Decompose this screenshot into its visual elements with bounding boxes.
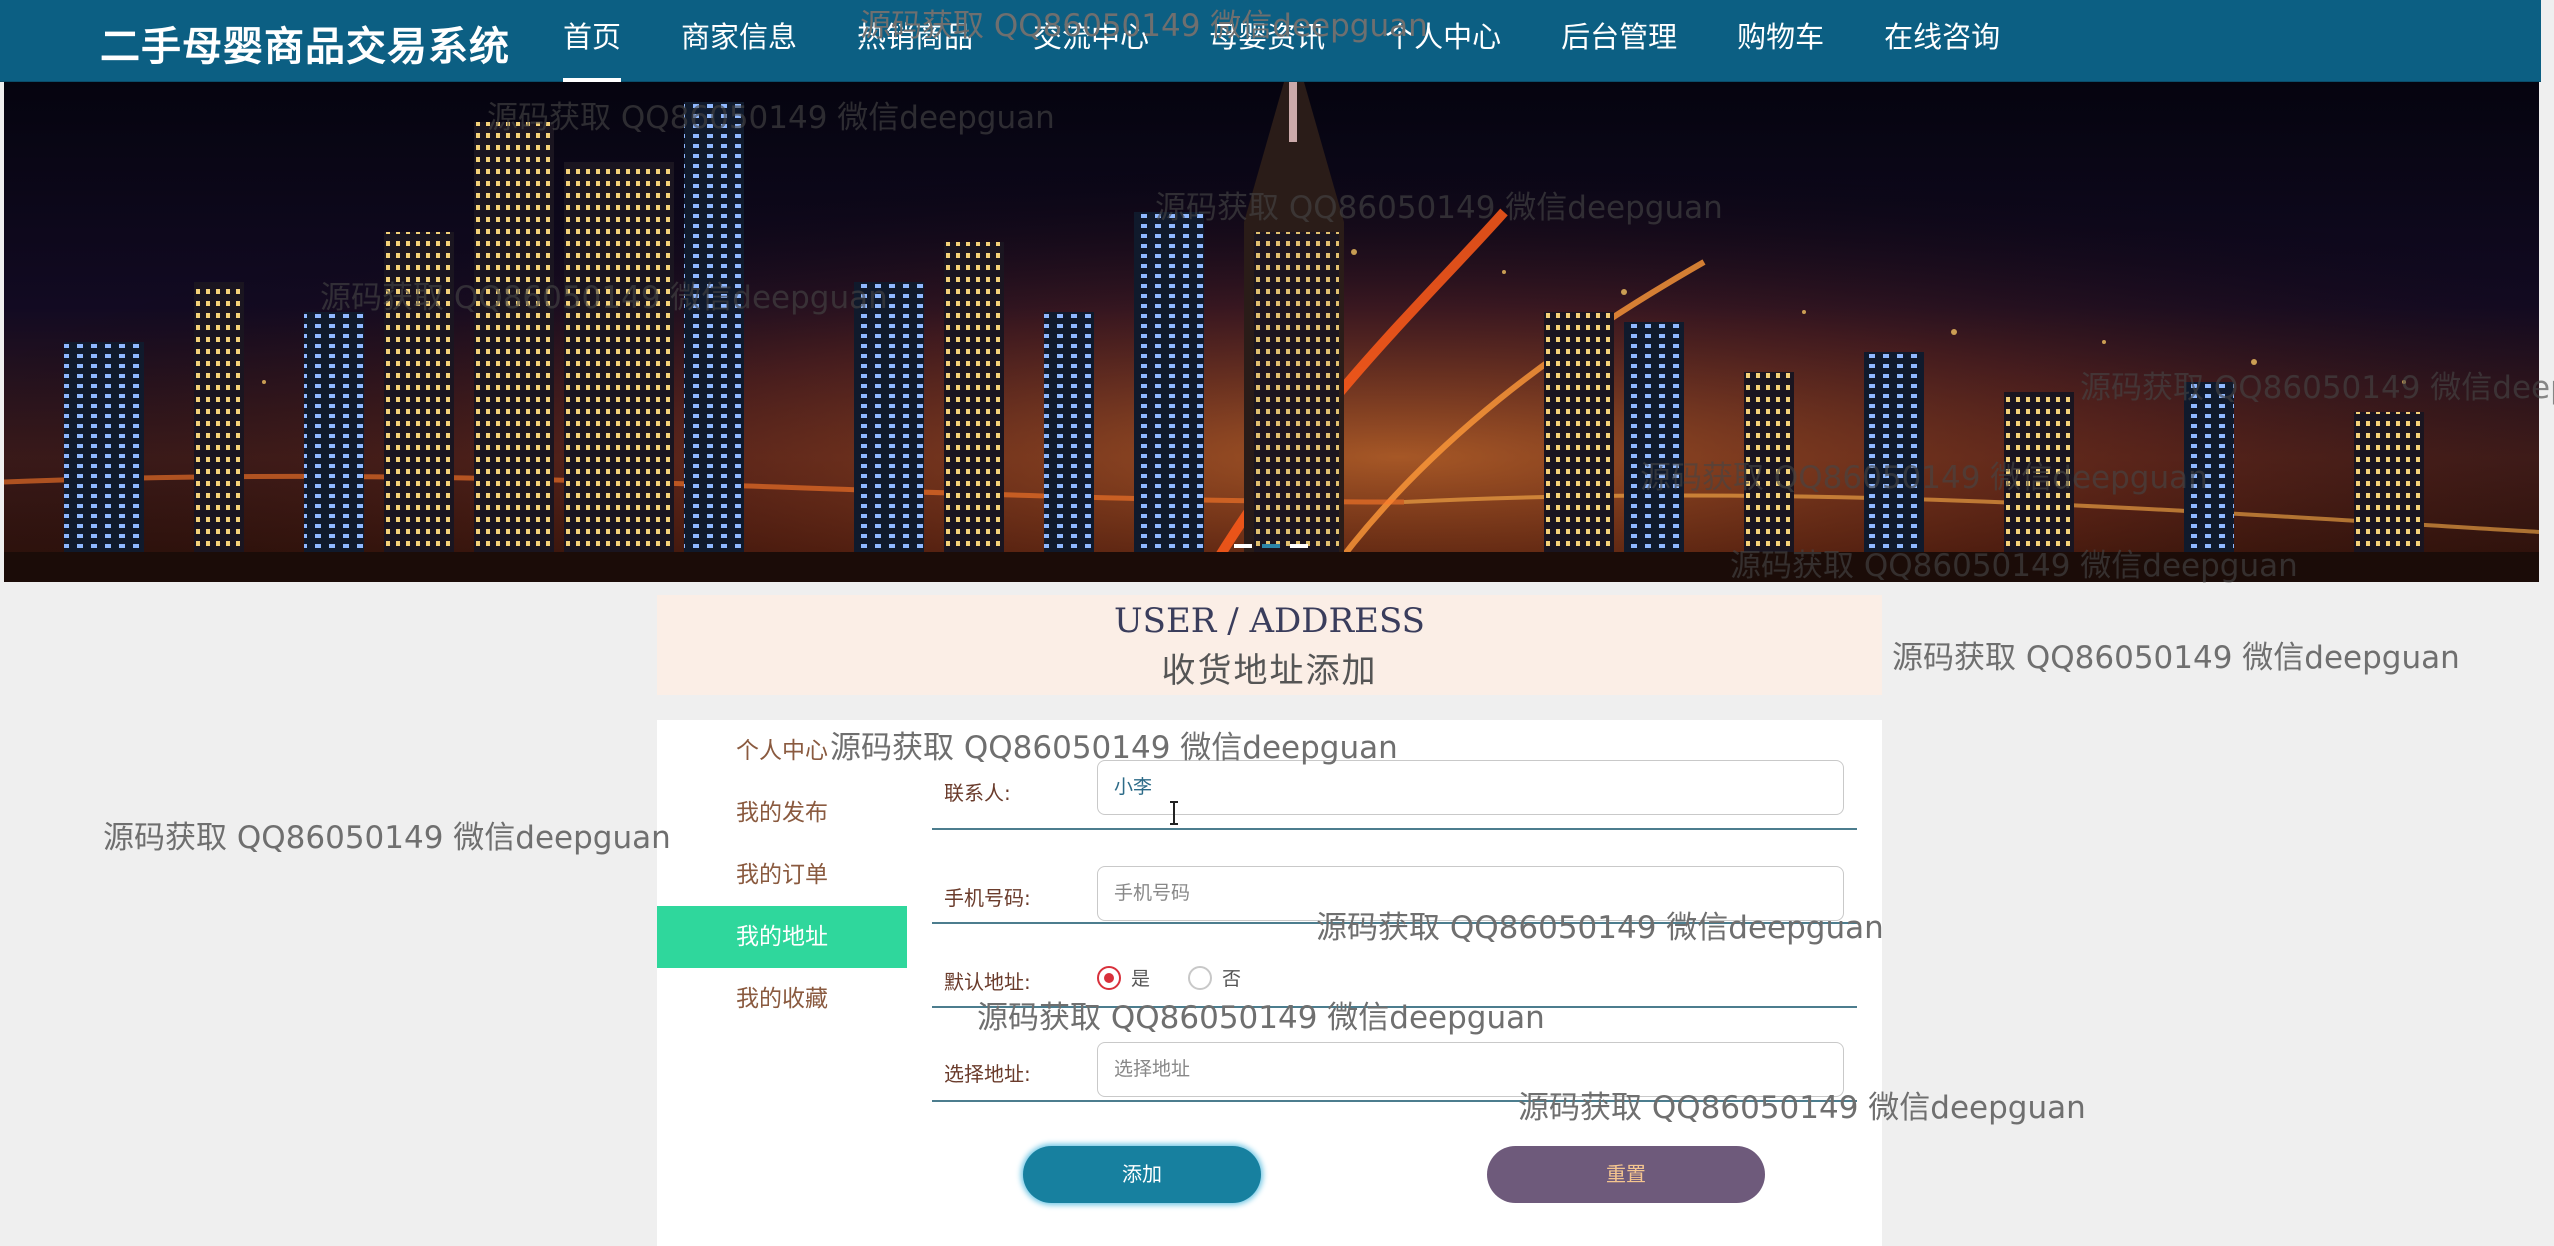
section-title-en: USER / ADDRESS: [1114, 601, 1425, 641]
nav-item-merchants[interactable]: 商家信息: [658, 0, 820, 82]
sidebar-item-my-favorites[interactable]: 我的收藏: [657, 968, 907, 1030]
carousel-indicators: [1234, 544, 1308, 548]
sidebar-item-my-orders[interactable]: 我的订单: [657, 844, 907, 906]
nav-item-news[interactable]: 母婴资讯: [1186, 0, 1348, 82]
phone-label: 手机号码:: [944, 886, 1031, 910]
watermark-text: 源码获取 QQ86050149 微信deepguan: [103, 820, 671, 856]
reset-button[interactable]: 重置: [1487, 1146, 1765, 1203]
sidebar-item-user-center[interactable]: 个人中心: [657, 720, 907, 782]
banner-carousel[interactable]: [4, 82, 2539, 582]
contact-row: 联系人: 小李: [932, 760, 1857, 830]
section-header: USER / ADDRESS 收货地址添加: [657, 595, 1882, 695]
address-panel: 个人中心 我的发布 我的订单 我的地址 我的收藏 联系人: 小李 手机号码: 手…: [657, 720, 1882, 1246]
section-title-cn: 收货地址添加: [1161, 651, 1378, 691]
sidebar-item-my-posts[interactable]: 我的发布: [657, 782, 907, 844]
default-row: 默认地址: 是 否: [932, 924, 1857, 1008]
text-cursor-icon: [1170, 801, 1178, 825]
user-sidebar: 个人中心 我的发布 我的订单 我的地址 我的收藏: [657, 720, 907, 1030]
nav-item-hot-products[interactable]: 热销商品: [834, 0, 996, 82]
carousel-dot-1[interactable]: [1234, 544, 1252, 548]
address-form: 联系人: 小李 手机号码: 手机号码 默认地址: 是 否 选择地址: 选择地址: [932, 760, 1857, 1102]
nav-item-forum[interactable]: 交流中心: [1010, 0, 1172, 82]
watermark-text: 源码获取 QQ86050149 微信deepguan: [1892, 640, 2460, 676]
default-radio-group: 是 否: [1097, 964, 1269, 991]
site-title[interactable]: 二手母婴商品交易系统: [100, 14, 510, 72]
radio-no-label[interactable]: 否: [1222, 964, 1241, 991]
nav-item-admin[interactable]: 后台管理: [1538, 0, 1700, 82]
radio-yes-label[interactable]: 是: [1131, 964, 1150, 991]
default-label: 默认地址:: [944, 970, 1031, 994]
radio-no[interactable]: [1188, 965, 1213, 990]
carousel-dot-2[interactable]: [1262, 544, 1280, 548]
phone-row: 手机号码: 手机号码: [932, 830, 1857, 924]
nav-item-home[interactable]: 首页: [540, 0, 644, 82]
address-select-input[interactable]: 选择地址: [1097, 1042, 1844, 1097]
nav-item-cart[interactable]: 购物车: [1714, 0, 1847, 82]
address-label: 选择地址:: [944, 1062, 1031, 1086]
city-night-image: [4, 82, 2539, 582]
nav-item-consult[interactable]: 在线咨询: [1861, 0, 2023, 82]
phone-input[interactable]: 手机号码: [1097, 866, 1844, 921]
carousel-dot-3[interactable]: [1290, 544, 1308, 548]
radio-yes[interactable]: [1097, 965, 1121, 990]
top-navbar: 二手母婴商品交易系统 首页 商家信息 热销商品 交流中心 母婴资讯 个人中心 后…: [0, 0, 2541, 82]
add-button[interactable]: 添加: [1023, 1146, 1261, 1203]
sidebar-item-my-address[interactable]: 我的地址: [657, 906, 907, 968]
nav-item-user-center[interactable]: 个人中心: [1362, 0, 1524, 82]
contact-input[interactable]: 小李: [1097, 760, 1844, 815]
main-menu: 首页 商家信息 热销商品 交流中心 母婴资讯 个人中心 后台管理 购物车 在线咨…: [540, 0, 2037, 82]
contact-label: 联系人:: [944, 781, 1011, 805]
address-row: 选择地址: 选择地址: [932, 1008, 1857, 1102]
